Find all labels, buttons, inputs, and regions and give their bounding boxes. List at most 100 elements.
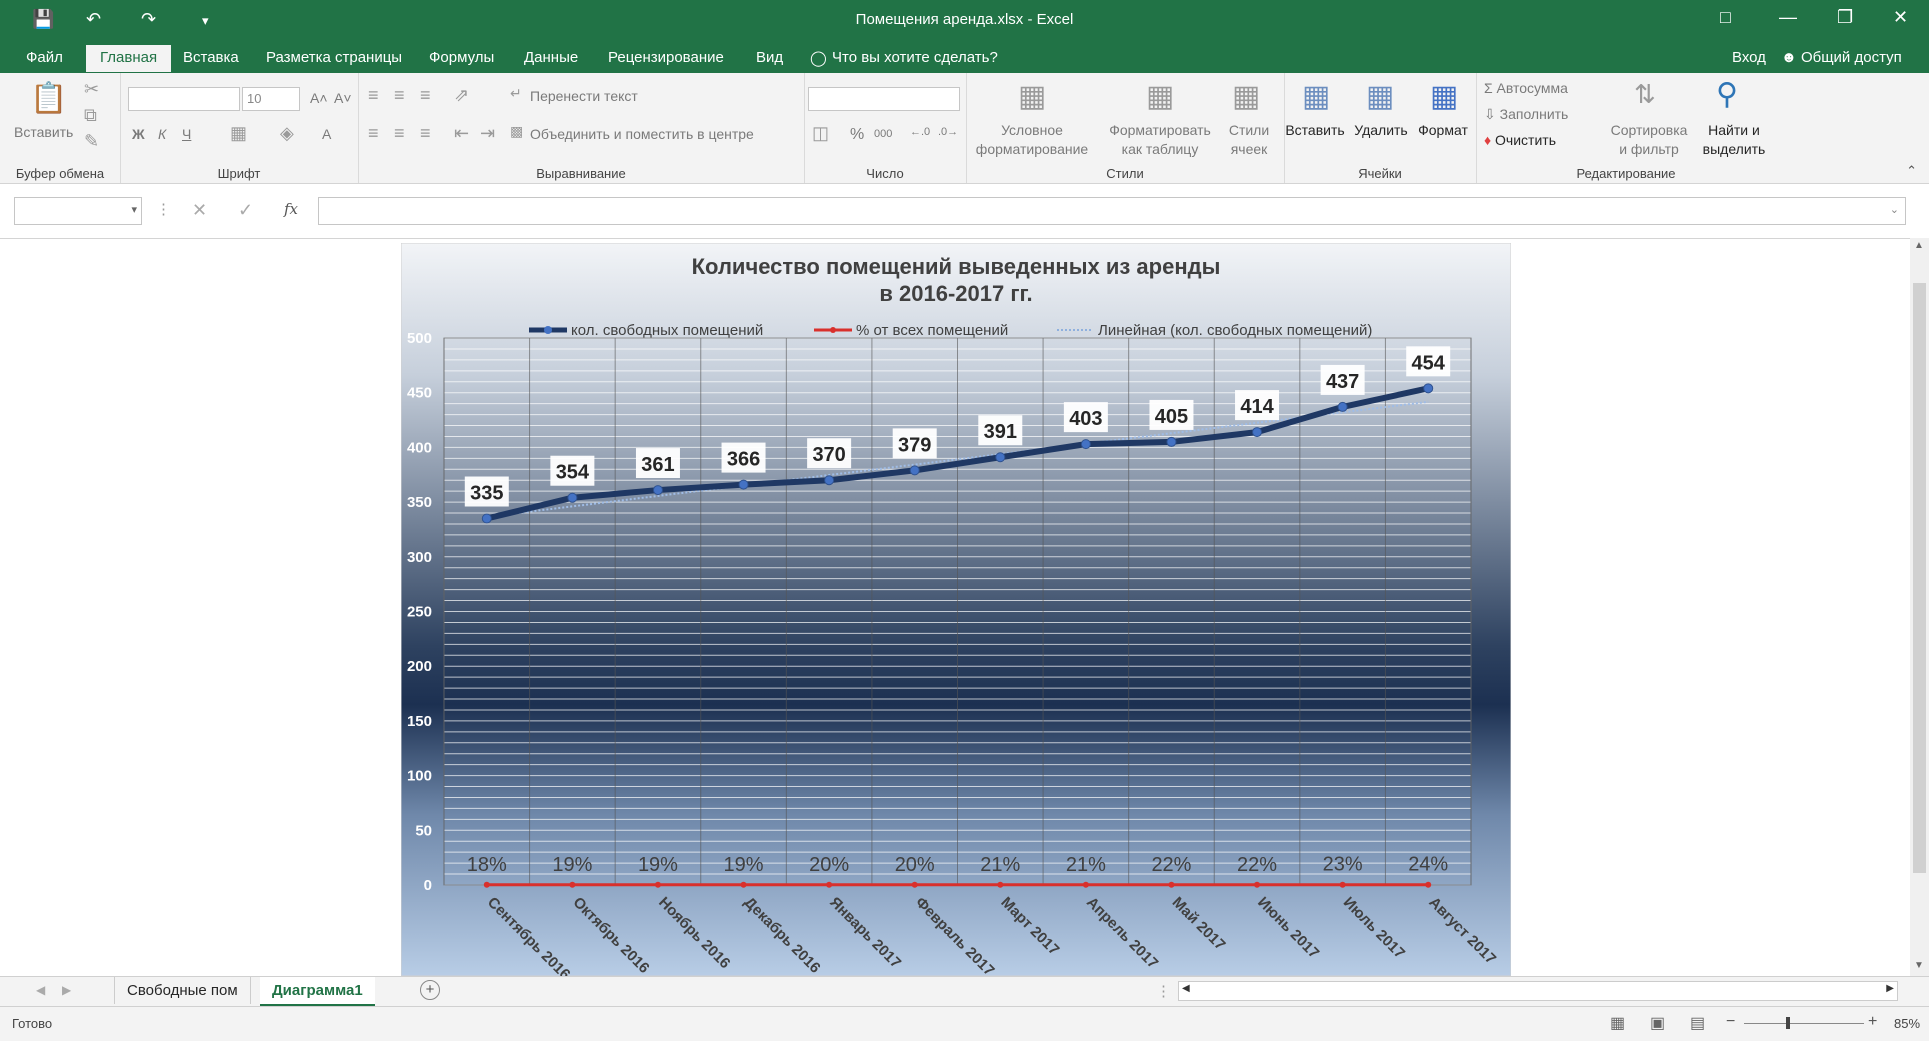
align-bottom-icon[interactable]: ≡ [420, 85, 431, 106]
bold-button[interactable]: Ж [132, 125, 145, 144]
align-right-icon[interactable]: ≡ [420, 123, 431, 144]
tell-me-input[interactable]: Что вы хотите сделать? [832, 49, 998, 66]
tab-data[interactable]: Данные [524, 49, 578, 66]
align-center-icon[interactable]: ≡ [394, 123, 405, 144]
grow-font-icon[interactable]: A˄ [310, 89, 328, 108]
font-name-select[interactable] [128, 87, 240, 111]
insert-cells-button[interactable]: Вставить [1284, 121, 1346, 140]
tab-file[interactable]: Файл [26, 49, 63, 66]
y-tick-label: 0 [424, 877, 432, 894]
data-label-free: 454 [1412, 352, 1446, 374]
zoom-in-icon[interactable]: + [1868, 1013, 1877, 1031]
clear-button[interactable]: ♦ Очистить [1484, 131, 1556, 150]
zoom-out-icon[interactable]: − [1726, 1013, 1735, 1031]
sheet-tab-free[interactable]: Свободные пом [114, 977, 251, 1004]
page-break-view-icon[interactable]: ▤ [1690, 1013, 1705, 1033]
zoom-level[interactable]: 85% [1894, 1016, 1920, 1031]
minimize-icon[interactable]: — [1779, 7, 1797, 28]
add-sheet-icon[interactable]: + [420, 980, 440, 1000]
currency-icon[interactable]: ◫ [812, 123, 829, 144]
scroll-down-icon[interactable]: ▼ [1914, 960, 1924, 971]
splitter-icon[interactable]: ⋮ [1156, 982, 1171, 1000]
data-label-free: 437 [1326, 371, 1359, 393]
decrease-indent-icon[interactable]: ⇤ [454, 123, 469, 144]
hscroll-left-icon[interactable]: ◀ [1182, 983, 1190, 994]
conditional-label-1: Условное [1001, 122, 1063, 138]
format-as-table-button[interactable]: Форматироватькак таблицу [1104, 121, 1216, 159]
name-box-dropdown-icon[interactable]: ▾ [131, 203, 137, 216]
data-point-free [482, 514, 491, 523]
tab-insert[interactable]: Вставка [183, 49, 239, 66]
cut-icon[interactable]: ✂ [84, 79, 99, 100]
increase-decimal-icon[interactable]: ←.0 [910, 123, 930, 142]
fill-color-icon[interactable]: ◈ [280, 123, 294, 144]
normal-view-icon[interactable]: ▦ [1610, 1013, 1625, 1033]
maximize-icon[interactable]: ❐ [1837, 7, 1853, 28]
horizontal-scrollbar[interactable]: ◀ ▶ [1178, 981, 1898, 1001]
align-left-icon[interactable]: ≡ [368, 123, 379, 144]
share-button[interactable]: ☻ Общий доступ [1781, 49, 1902, 66]
autosum-button[interactable]: Σ Автосумма [1484, 79, 1568, 98]
merge-center-button[interactable]: Объединить и поместить в центре [530, 125, 754, 144]
tab-view[interactable]: Вид [756, 49, 783, 66]
tab-page-layout[interactable]: Разметка страницы [266, 49, 402, 66]
percent-button[interactable]: % [850, 125, 864, 144]
tab-formulas[interactable]: Формулы [429, 49, 494, 66]
page-layout-view-icon[interactable]: ▣ [1650, 1013, 1665, 1033]
data-point-free [1253, 428, 1262, 437]
thousands-button[interactable]: 000 [874, 125, 892, 144]
legend-label-free: кол. свободных помещений [571, 322, 763, 339]
close-icon[interactable]: ✕ [1893, 7, 1908, 28]
data-point-percent [912, 882, 918, 888]
underline-button[interactable]: Ч [182, 125, 191, 144]
data-label-percent: 20% [809, 854, 849, 876]
ribbon-display-icon[interactable]: □ [1720, 7, 1731, 28]
wrap-text-button[interactable]: Перенести текст [530, 87, 638, 106]
scroll-thumb[interactable] [1913, 283, 1926, 873]
legend-label-percent: % от всех помещений [856, 322, 1008, 339]
font-size-select[interactable]: 10 [242, 87, 300, 111]
signin-link[interactable]: Вход [1732, 49, 1766, 66]
insert-function-icon[interactable]: fx [284, 200, 298, 218]
align-top-icon[interactable]: ≡ [368, 85, 379, 106]
align-middle-icon[interactable]: ≡ [394, 85, 405, 106]
hscroll-right-icon[interactable]: ▶ [1886, 983, 1894, 994]
formula-input[interactable]: ⌄ [318, 197, 1906, 225]
zoom-slider[interactable] [1744, 1023, 1864, 1024]
paste-button[interactable]: Вставить [14, 123, 73, 142]
copy-icon[interactable]: ⧉ [84, 105, 97, 126]
find-icon: ⚲ [1716, 77, 1738, 112]
tab-scroll-left-icon[interactable]: ◀ [36, 983, 45, 997]
vertical-scrollbar[interactable]: ▲ ▼ [1910, 238, 1929, 976]
italic-button[interactable]: К [158, 125, 166, 144]
data-point-free [825, 476, 834, 485]
sort-filter-button[interactable]: Сортировкаи фильтр [1604, 121, 1694, 159]
enter-icon[interactable]: ✓ [238, 200, 253, 221]
tab-review[interactable]: Рецензирование [608, 49, 724, 66]
chart[interactable]: Количество помещений выведенных из аренд… [401, 243, 1511, 976]
sheet-tab-chart[interactable]: Диаграмма1 [260, 977, 375, 1007]
expand-formula-icon[interactable]: ⌄ [1890, 203, 1899, 216]
cancel-icon[interactable]: ✕ [192, 200, 207, 221]
tab-home[interactable]: Главная [86, 45, 171, 72]
number-format-select[interactable] [808, 87, 960, 111]
font-color-icon[interactable]: A [322, 125, 331, 144]
conditional-formatting-button[interactable]: Условноеформатирование [972, 121, 1092, 159]
data-label-percent: 19% [638, 854, 678, 876]
zoom-slider-thumb[interactable] [1786, 1017, 1790, 1029]
collapse-ribbon-icon[interactable]: ⌃ [1906, 163, 1917, 179]
delete-cells-button[interactable]: Удалить [1350, 121, 1412, 140]
find-select-button[interactable]: Найти ивыделить [1692, 121, 1776, 159]
increase-indent-icon[interactable]: ⇥ [480, 123, 495, 144]
fill-button[interactable]: ⇩ Заполнить [1484, 105, 1568, 124]
decrease-decimal-icon[interactable]: .0→ [938, 123, 958, 142]
tab-scroll-right-icon[interactable]: ▶ [62, 983, 71, 997]
format-cells-button[interactable]: Формат [1412, 121, 1474, 140]
borders-icon[interactable]: ▦ [230, 123, 247, 144]
shrink-font-icon[interactable]: A˅ [334, 89, 352, 108]
scroll-up-icon[interactable]: ▲ [1914, 240, 1924, 251]
format-painter-icon[interactable]: ✎ [84, 131, 99, 152]
cell-styles-button[interactable]: Стилиячеек [1218, 121, 1280, 159]
orientation-icon[interactable]: ⇗ [454, 85, 469, 106]
name-box[interactable]: ▾ [14, 197, 142, 225]
